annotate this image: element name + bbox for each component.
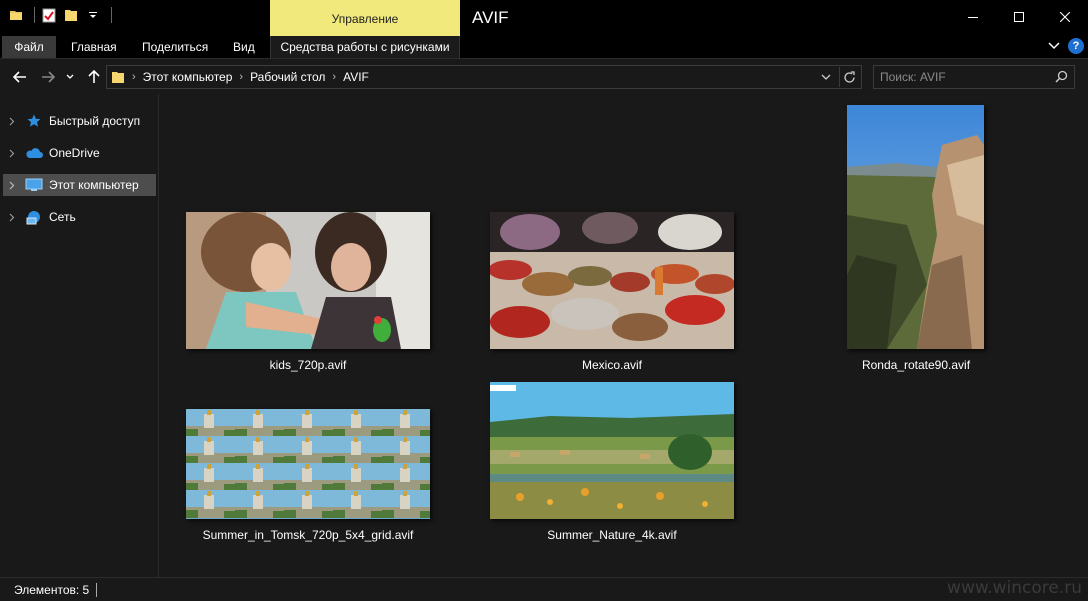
tab-view[interactable]: Вид bbox=[233, 36, 255, 58]
image-thumbnail[interactable] bbox=[186, 212, 430, 349]
maximize-button[interactable] bbox=[996, 0, 1042, 34]
network-icon bbox=[24, 209, 44, 225]
sidebar-item-onedrive[interactable]: OneDrive bbox=[3, 142, 156, 164]
breadcrumb-avif[interactable]: AVIF bbox=[339, 70, 373, 84]
search-icon[interactable] bbox=[1055, 70, 1068, 86]
toolbar-divider bbox=[111, 7, 112, 23]
file-name: Summer_Nature_4k.avif bbox=[547, 528, 677, 542]
file-name: Mexico.avif bbox=[581, 358, 643, 372]
sidebar-item-label: Быстрый доступ bbox=[49, 114, 141, 128]
search-box[interactable] bbox=[873, 65, 1075, 89]
image-thumbnail[interactable] bbox=[490, 212, 734, 349]
sidebar-item-label: OneDrive bbox=[49, 146, 100, 160]
refresh-button[interactable] bbox=[839, 67, 859, 87]
ribbon-tabs: Файл Главная Поделиться Вид Средства раб… bbox=[0, 36, 1088, 58]
tab-file[interactable]: Файл bbox=[2, 36, 56, 58]
folder-icon bbox=[111, 70, 125, 84]
sidebar-item-network[interactable]: Сеть bbox=[3, 206, 156, 228]
new-folder-icon[interactable] bbox=[63, 7, 79, 23]
sidebar-item-quick-access[interactable]: Быстрый доступ bbox=[3, 110, 156, 132]
sidebar-item-label: Этот компьютер bbox=[49, 178, 139, 192]
cloud-icon bbox=[24, 145, 44, 161]
file-view: kids_720p.avif Mexico.avif Ronda_rotate9… bbox=[160, 94, 1088, 577]
folder-icon[interactable] bbox=[8, 7, 24, 23]
expand-ribbon-icon[interactable] bbox=[1048, 39, 1060, 53]
arrow-right-icon bbox=[42, 71, 55, 83]
navigation-pane: Быстрый доступ OneDrive Этот компьютер С… bbox=[0, 94, 159, 577]
star-icon bbox=[24, 113, 44, 129]
close-icon bbox=[1060, 12, 1070, 22]
breadcrumb: › Этот компьютер › Рабочий стол › AVIF bbox=[111, 66, 373, 88]
chevron-right-icon[interactable]: › bbox=[329, 71, 339, 83]
chevron-down-icon bbox=[66, 74, 74, 79]
address-bar[interactable]: › Этот компьютер › Рабочий стол › AVIF bbox=[106, 65, 862, 89]
chevron-right-icon[interactable] bbox=[4, 213, 20, 222]
maximize-icon bbox=[1014, 12, 1024, 22]
file-name: Ronda_rotate90.avif bbox=[861, 358, 971, 372]
recent-locations-button[interactable] bbox=[63, 67, 77, 87]
sidebar-item-label: Сеть bbox=[49, 210, 76, 224]
tab-picture-tools[interactable]: Средства работы с рисунками bbox=[270, 36, 460, 58]
image-thumbnail[interactable] bbox=[186, 409, 430, 519]
manage-context-tab[interactable]: Управление bbox=[270, 0, 460, 36]
close-button[interactable] bbox=[1042, 0, 1088, 34]
title-bar: Управление AVIF bbox=[0, 0, 1088, 36]
chevron-down-icon bbox=[821, 74, 831, 80]
address-bar-controls bbox=[817, 67, 859, 87]
chevron-right-icon[interactable] bbox=[4, 181, 20, 190]
tab-share[interactable]: Поделиться bbox=[142, 36, 208, 58]
status-bar: Элементов: 5 www.wincore.ru bbox=[0, 577, 1088, 601]
properties-icon[interactable] bbox=[41, 7, 57, 23]
back-button[interactable] bbox=[10, 67, 30, 87]
item-count: Элементов: 5 bbox=[14, 583, 90, 597]
watermark: www.wincore.ru bbox=[947, 578, 1082, 598]
toolbar-divider bbox=[34, 7, 35, 23]
forward-button[interactable] bbox=[38, 67, 58, 87]
minimize-button[interactable] bbox=[950, 0, 996, 34]
search-input[interactable] bbox=[880, 69, 1050, 85]
refresh-icon bbox=[844, 70, 855, 83]
arrow-left-icon bbox=[13, 71, 26, 83]
chevron-right-icon[interactable]: › bbox=[129, 71, 139, 83]
file-name: Summer_in_Tomsk_720p_5x4_grid.avif bbox=[202, 528, 414, 542]
help-icon[interactable]: ? bbox=[1068, 38, 1084, 54]
arrow-up-icon bbox=[88, 70, 100, 83]
status-divider bbox=[96, 583, 97, 597]
quick-access-toolbar bbox=[8, 7, 112, 23]
chevron-right-icon[interactable] bbox=[4, 117, 20, 126]
address-history-button[interactable] bbox=[817, 74, 835, 80]
ribbon-right-controls: ? bbox=[1048, 38, 1084, 54]
tab-home[interactable]: Главная bbox=[71, 36, 117, 58]
minimize-icon bbox=[968, 17, 978, 18]
navigation-bar: › Этот компьютер › Рабочий стол › AVIF bbox=[0, 58, 1088, 94]
breadcrumb-desktop[interactable]: Рабочий стол bbox=[246, 70, 329, 84]
up-button[interactable] bbox=[84, 67, 104, 87]
sidebar-item-this-pc[interactable]: Этот компьютер bbox=[3, 174, 156, 196]
image-thumbnail[interactable] bbox=[847, 105, 984, 349]
computer-icon bbox=[24, 177, 44, 193]
window-controls bbox=[950, 0, 1088, 34]
breadcrumb-this-pc[interactable]: Этот компьютер bbox=[139, 70, 237, 84]
window-title: AVIF bbox=[472, 8, 509, 27]
customize-toolbar-icon[interactable] bbox=[85, 7, 101, 23]
image-thumbnail[interactable] bbox=[490, 382, 734, 519]
file-name: kids_720p.avif bbox=[269, 358, 347, 372]
chevron-right-icon[interactable] bbox=[4, 149, 20, 158]
chevron-right-icon[interactable]: › bbox=[236, 71, 246, 83]
